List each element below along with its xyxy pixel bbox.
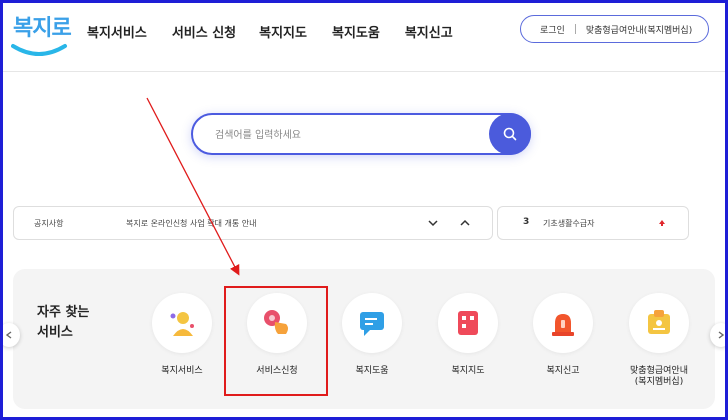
service-label: 서비스신청	[256, 366, 298, 376]
service-label: 복지신고	[546, 366, 580, 376]
service-apply[interactable]: 서비스신청	[237, 293, 317, 377]
search-icon	[503, 127, 517, 141]
service-label-line2: (복지멤버십)	[634, 377, 684, 387]
chevron-right-icon	[718, 331, 725, 339]
nav-welfare-help[interactable]: 복지도움	[332, 22, 380, 41]
service-map[interactable]: 복지지도	[428, 293, 508, 377]
login-link[interactable]: 로그인	[540, 23, 565, 36]
service-label: 복지도움	[355, 366, 389, 376]
chat-bubble-icon	[360, 312, 384, 336]
rank-up-icon	[659, 220, 665, 226]
favorites-title-line1: 자주 찾는	[37, 305, 90, 320]
notice-label: 공지사항	[34, 219, 64, 228]
favorites-title: 자주 찾는 서비스	[37, 303, 117, 343]
service-label-line1: 맞춤형급여안내	[630, 366, 688, 376]
map-icon	[458, 311, 478, 335]
notice-bar: 공지사항 복지로 온라인신청 사업 확대 개통 안내	[13, 206, 493, 240]
service-label: 맞춤형급여안내 (복지멤버십)	[619, 366, 699, 388]
service-welfare[interactable]: 복지서비스	[142, 293, 222, 377]
service-icon-circle	[247, 293, 307, 353]
user-menu: 로그인 맞춤형급여안내(복지멤버십)	[520, 15, 709, 43]
siren-icon	[552, 314, 574, 336]
service-report[interactable]: 복지신고	[523, 293, 603, 377]
chevron-down-icon[interactable]	[426, 216, 440, 230]
search-button[interactable]	[489, 113, 531, 155]
rank-keyword[interactable]: 기초생활수급자	[543, 218, 595, 229]
chevron-left-icon	[5, 331, 12, 339]
page: 복지로 복지서비스 서비스 신청 복지지도 복지도움 복지신고 로그인 맞춤형급…	[3, 3, 725, 417]
divider	[574, 24, 576, 34]
service-label: 복지서비스	[161, 366, 203, 376]
notice-text[interactable]: 복지로 온라인신청 사업 확대 개통 안내	[126, 218, 256, 229]
favorites-title-line2: 서비스	[37, 325, 73, 340]
service-icon-circle	[342, 293, 402, 353]
nav-welfare-report[interactable]: 복지신고	[405, 22, 453, 41]
nav-welfare-map[interactable]: 복지지도	[259, 22, 307, 41]
nav-welfare-service[interactable]: 복지서비스	[87, 22, 147, 41]
popular-keyword-bar: 3 기초생활수급자	[497, 206, 689, 240]
logo-smile-icon	[11, 44, 67, 56]
hand-click-icon	[264, 310, 288, 334]
header-divider	[3, 71, 725, 72]
nav-service-apply[interactable]: 서비스 신청	[172, 22, 236, 41]
search-input[interactable]	[213, 125, 477, 145]
logo[interactable]: 복지로	[11, 10, 72, 60]
rank-number: 3	[523, 217, 530, 227]
member-card-icon	[648, 310, 670, 334]
custom-benefit-link[interactable]: 맞춤형급여안내(복지멤버십)	[586, 23, 692, 36]
service-icon-circle	[438, 293, 498, 353]
chevron-up-icon[interactable]	[458, 216, 472, 230]
service-icon-circle	[152, 293, 212, 353]
logo-text: 복지로	[13, 16, 72, 41]
search-box	[191, 113, 531, 155]
person-icon	[170, 312, 194, 336]
service-label: 복지지도	[451, 366, 485, 376]
carousel-next-button[interactable]	[710, 323, 725, 347]
service-icon-circle	[629, 293, 689, 353]
service-icon-circle	[533, 293, 593, 353]
main-nav: 복지서비스 서비스 신청 복지지도 복지도움 복지신고	[87, 22, 478, 41]
service-custom-benefit[interactable]: 맞춤형급여안내 (복지멤버십)	[619, 293, 699, 388]
service-help[interactable]: 복지도움	[332, 293, 412, 377]
